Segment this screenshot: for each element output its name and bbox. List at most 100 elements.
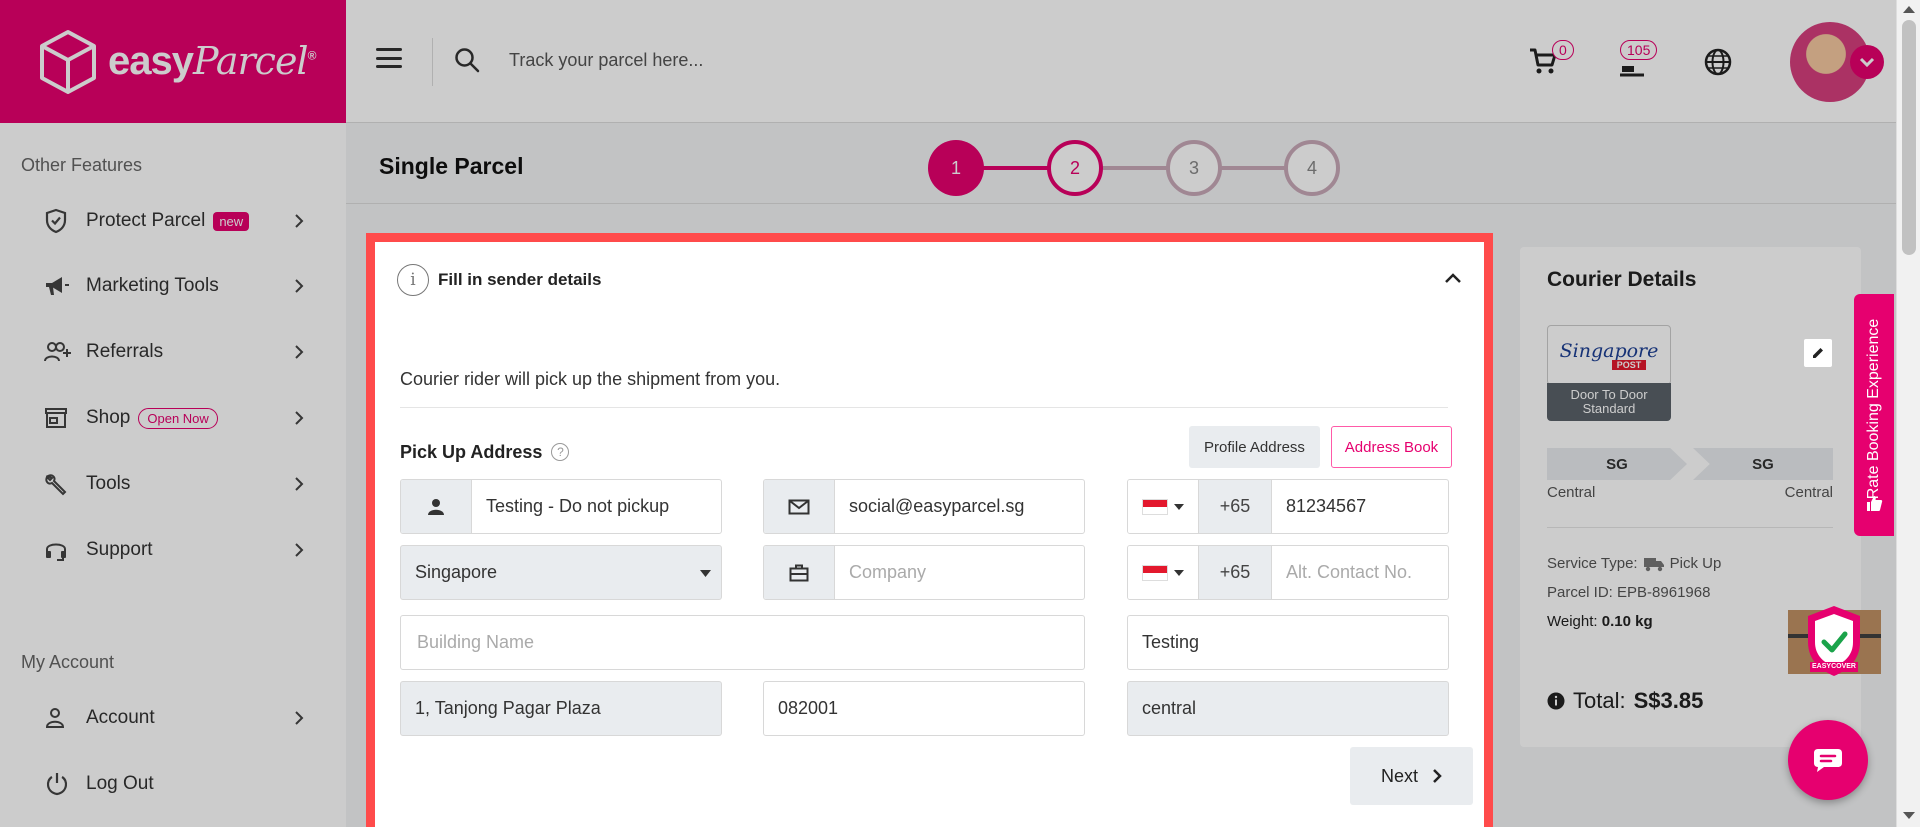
chat-icon [1814,749,1842,772]
total-value: S$3.85 [1633,688,1704,713]
route-from-country: SG [1547,448,1687,480]
parcel-id-label: Parcel ID: [1547,584,1613,601]
search-icon [455,48,480,73]
chevron-up-icon[interactable] [1444,272,1462,284]
info-icon: i [397,264,429,296]
sidebar-item-tools[interactable]: Tools [44,464,304,504]
sidebar-section-my-account: My Account [21,652,115,672]
step-1[interactable]: 1 [928,140,984,196]
singapore-flag-icon [1142,498,1168,515]
divider [432,38,433,86]
postcode-value: 082001 [778,698,839,718]
parcel-id-row: Parcel ID: EPB-8961968 [1547,584,1710,601]
country-select-value: Singapore [415,562,498,582]
divider [346,203,1896,204]
step-connector [1218,166,1288,170]
sidebar-item-label: Tools [86,473,131,494]
address-field[interactable]: 1, Tanjong Pagar Plaza [400,681,722,736]
sidebar-item-label: Account [86,707,155,728]
wrench-icon [44,472,76,496]
chevron-right-icon [295,214,304,228]
step-connector [1098,166,1168,170]
sidebar: Other Features Protect Parcel new Market… [0,123,346,827]
sender-name-field[interactable]: Testing - Do not pickup [400,479,722,534]
shield-check-icon [44,208,76,234]
area-field[interactable]: central [1127,681,1449,736]
pencil-icon [1813,348,1823,358]
sidebar-item-shop[interactable]: Shop Open Now [44,398,304,438]
info-icon [1547,692,1565,710]
megaphone-icon [44,275,76,297]
sender-phone-field[interactable]: +65 81234567 [1127,479,1449,534]
globe-icon[interactable] [1704,48,1732,76]
next-button[interactable]: Next [1350,747,1473,805]
profile-address-button[interactable]: Profile Address [1189,426,1320,468]
top-bar: Track your parcel here... 0 105 [346,0,1896,123]
users-add-icon [44,341,76,363]
headset-icon [44,538,76,562]
pickup-address-label: Pick Up Address ? [400,442,570,463]
scrollbar-thumb[interactable] [1902,20,1916,255]
scroll-up-arrow-icon[interactable] [1903,6,1915,13]
chat-button[interactable] [1788,720,1868,800]
postcode-field[interactable]: 082001 [763,681,1085,736]
sidebar-item-protect-parcel[interactable]: Protect Parcel new [44,201,304,241]
sidebar-item-account[interactable]: Account [44,698,304,738]
unit-field[interactable]: Testing [1127,615,1449,670]
address-value: 1, Tanjong Pagar Plaza [415,698,601,718]
rate-booking-experience-label: Rate Booking Experience [1865,318,1882,500]
sender-email-field[interactable]: social@easyparcel.sg [763,479,1085,534]
building-name-field[interactable]: Building Name [400,615,1085,670]
help-icon[interactable]: ? [551,443,570,461]
sender-details-card: i Fill in sender details Courier rider w… [366,233,1493,827]
chevron-right-icon [295,543,304,557]
easycover-badge[interactable]: EASYCOVER [1788,604,1881,680]
alt-phone-field[interactable]: +65 Alt. Contact No. [1127,545,1449,600]
power-icon [44,771,76,797]
sidebar-item-referrals[interactable]: Referrals [44,332,304,372]
cart-count-badge: 0 [1552,40,1574,60]
step-4[interactable]: 4 [1284,140,1340,196]
total-row: Total: S$3.85 [1547,688,1703,714]
chevron-right-icon [295,711,304,725]
page-scrollbar[interactable] [1896,0,1920,827]
country-select[interactable]: Singapore [400,545,722,600]
menu-icon[interactable] [376,48,402,68]
pickup-address-label-text: Pick Up Address [400,442,543,462]
country-code-select[interactable] [1128,546,1199,599]
sidebar-item-marketing-tools[interactable]: Marketing Tools [44,266,304,306]
step-3[interactable]: 3 [1166,140,1222,196]
total-label: Total: [1573,688,1626,713]
sidebar-item-label: Referrals [86,341,164,362]
caret-down-icon [1174,569,1184,576]
page-title: Single Parcel [379,153,524,179]
company-field[interactable]: Company [763,545,1085,600]
truck-icon [1643,557,1664,571]
briefcase-icon [764,546,835,599]
rate-booking-experience-tab[interactable]: Rate Booking Experience [1854,294,1894,536]
country-code-select[interactable] [1128,480,1199,533]
route-indicator: SG SG [1547,448,1833,480]
scroll-down-arrow-icon[interactable] [1903,812,1915,819]
brand-name: easy [108,39,194,83]
search-input[interactable]: Track your parcel here... [509,50,703,71]
notification-count-badge: 105 [1620,40,1658,60]
chevron-right-icon [295,279,304,293]
sidebar-item-label: Shop [86,407,131,428]
weight-label: Weight: [1547,613,1598,630]
step-2[interactable]: 2 [1047,140,1103,196]
store-icon [44,407,76,429]
account-menu-chevron-icon[interactable] [1850,45,1884,79]
address-book-button[interactable]: Address Book [1331,426,1452,468]
area-value: central [1142,698,1197,718]
new-badge: new [213,211,250,231]
brand-name-script: Parcel [192,39,309,83]
brand-logo[interactable]: easyParcel® [0,0,346,123]
sidebar-item-log-out[interactable]: Log Out [44,764,304,804]
company-placeholder: Company [849,562,927,582]
courier-details-title: Courier Details [1547,268,1697,291]
sidebar-item-support[interactable]: Support [44,530,304,570]
courier-logo-text: Singapore [1559,340,1659,362]
divider [1547,527,1833,528]
edit-courier-button[interactable] [1803,338,1833,368]
